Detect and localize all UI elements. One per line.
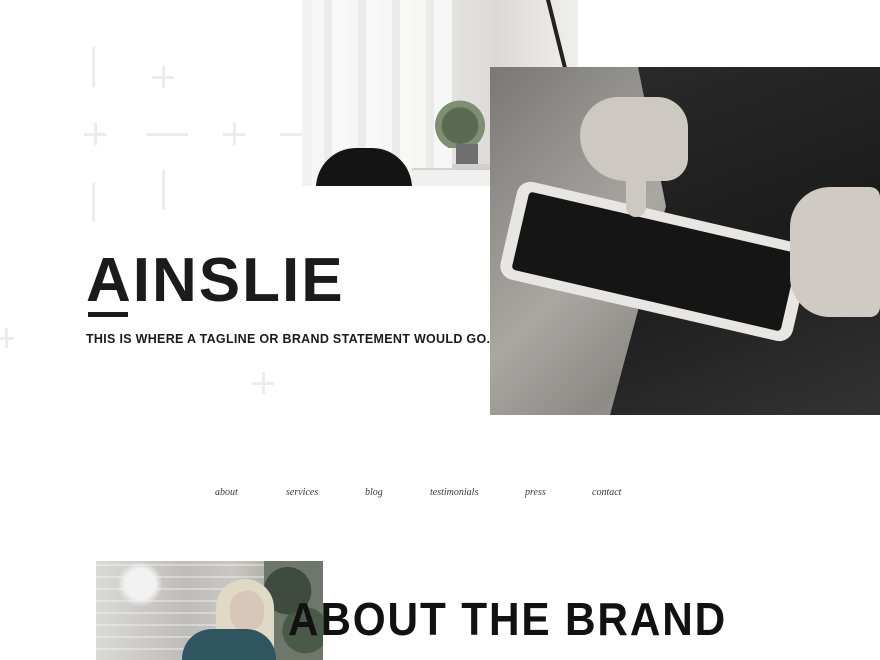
brand-logo-title[interactable]: AINSLIE [86,250,345,312]
nav-item-press[interactable]: press [525,487,546,498]
shirt-shape [182,629,276,660]
pot-shape [456,144,478,166]
nav-item-contact[interactable]: contact [592,487,621,498]
about-heading: ABOUT THE BRAND [288,593,728,645]
flower-shape [110,561,170,607]
tablet-photo [490,67,880,415]
nav-item-blog[interactable]: blog [365,487,383,498]
nav-item-services[interactable]: services [286,487,318,498]
hand-shape [790,187,880,317]
face-shape [230,591,264,631]
decorative-line [92,47,95,87]
nav-item-about[interactable]: about [215,487,238,498]
decorative-line [162,170,165,210]
decorative-line [146,133,188,136]
main-nav: about services blog testimonials press c… [0,487,880,503]
plant-shape [430,92,490,148]
finger-shape [626,137,646,217]
decorative-plus [233,123,236,145]
decorative-line [92,183,95,221]
decorative-plus [94,123,97,145]
decorative-line [280,133,302,136]
brand-tagline: THIS IS WHERE A TAGLINE OR BRAND STATEME… [86,332,491,346]
decorative-plus [162,66,165,88]
decorative-plus [5,328,8,348]
brand-underline [88,312,128,317]
nav-item-testimonials[interactable]: testimonials [430,487,478,498]
decorative-plus [262,372,265,394]
